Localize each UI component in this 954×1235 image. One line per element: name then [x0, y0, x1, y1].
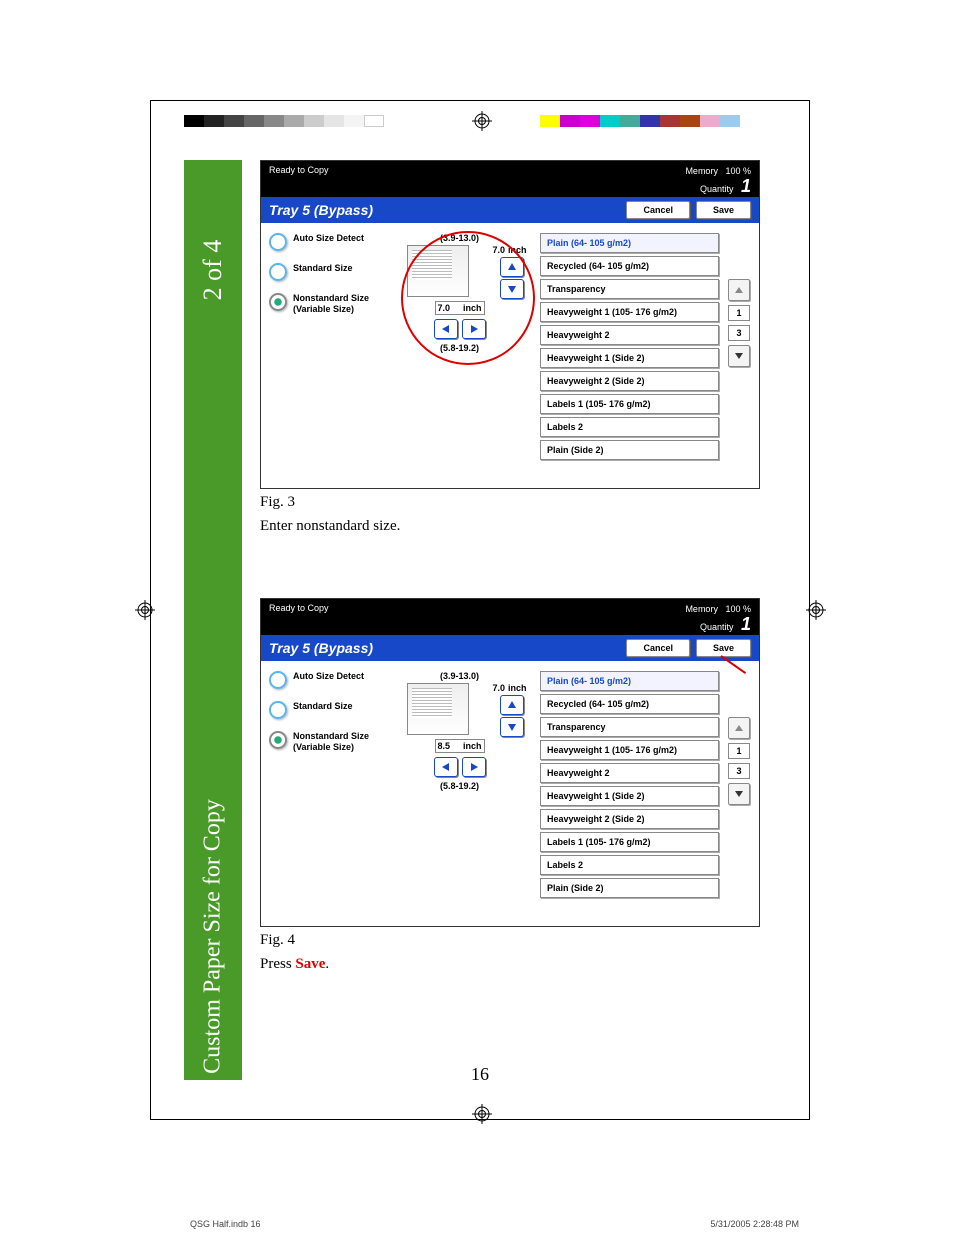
figure-label: Fig. 3: [260, 493, 770, 513]
paper-type-list: Plain (64- 105 g/m2) Recycled (64- 105 g…: [540, 671, 719, 916]
scroll-total: 3: [728, 763, 750, 779]
save-button[interactable]: Save: [696, 639, 751, 657]
size-options: Auto Size Detect Standard Size Nonstanda…: [269, 233, 379, 478]
scroll-pos: 1: [728, 743, 750, 759]
radio-standard-size[interactable]: [269, 263, 287, 281]
status-text: Ready to Copy: [269, 603, 329, 633]
paper-type-item[interactable]: Labels 2: [540, 855, 719, 875]
y-up-button[interactable]: [500, 257, 524, 277]
status-text: Ready to Copy: [269, 165, 329, 195]
scroll-up-button[interactable]: [728, 279, 750, 301]
scroll-up-button[interactable]: [728, 717, 750, 739]
paper-type-item[interactable]: Labels 1 (105- 176 g/m2): [540, 394, 719, 414]
lcd-screenshot: Ready to Copy Memory 100 % Quantity 1 Tr…: [260, 598, 760, 927]
scroll-pos: 1: [728, 305, 750, 321]
registration-mark-icon: [472, 1104, 492, 1124]
color-bar-grayscale: [184, 115, 384, 127]
radio-standard-size[interactable]: [269, 701, 287, 719]
paper-type-item[interactable]: Heavyweight 1 (Side 2): [540, 348, 719, 368]
paper-type-item[interactable]: Heavyweight 2 (Side 2): [540, 809, 719, 829]
x-right-button[interactable]: [462, 757, 486, 777]
paper-type-list: Plain (64- 105 g/m2) Recycled (64- 105 g…: [540, 233, 719, 478]
scroll-down-button[interactable]: [728, 783, 750, 805]
color-bar-cmyk: [540, 115, 740, 127]
paper-type-item[interactable]: Heavyweight 2 (Side 2): [540, 371, 719, 391]
cancel-button[interactable]: Cancel: [626, 639, 690, 657]
registration-mark-icon: [135, 600, 155, 620]
paper-type-item[interactable]: Plain (64- 105 g/m2): [540, 671, 719, 691]
cancel-button[interactable]: Cancel: [626, 201, 690, 219]
paper-type-item[interactable]: Transparency: [540, 717, 719, 737]
figure-caption: Press Save.: [260, 955, 770, 975]
section-title: Custom Paper Size for Copy: [200, 799, 227, 1074]
y-down-button[interactable]: [500, 717, 524, 737]
x-left-button[interactable]: [434, 757, 458, 777]
radio-nonstandard-size[interactable]: [269, 293, 287, 311]
screen-title: Tray 5 (Bypass): [269, 640, 373, 656]
paper-type-item[interactable]: Labels 1 (105- 176 g/m2): [540, 832, 719, 852]
paper-type-item[interactable]: Recycled (64- 105 g/m2): [540, 694, 719, 714]
paper-type-item[interactable]: Heavyweight 1 (105- 176 g/m2): [540, 302, 719, 322]
lcd-screenshot: Ready to Copy Memory 100 % Quantity 1 Tr…: [260, 160, 760, 489]
size-options: Auto Size Detect Standard Size Nonstanda…: [269, 671, 379, 916]
section-sidebar: 2 of 4 Custom Paper Size for Copy: [184, 160, 242, 1080]
scroll-down-button[interactable]: [728, 345, 750, 367]
paper-type-item[interactable]: Plain (Side 2): [540, 878, 719, 898]
size-diagram: (3.9-13.0) 7.0 inch 7.0inch: [387, 233, 532, 478]
paper-type-item[interactable]: Plain (64- 105 g/m2): [540, 233, 719, 253]
radio-auto-size[interactable]: [269, 233, 287, 251]
step-counter: 2 of 4: [198, 240, 228, 301]
scroll-total: 3: [728, 325, 750, 341]
registration-mark-icon: [472, 111, 492, 131]
paper-type-item[interactable]: Labels 2: [540, 417, 719, 437]
paper-type-item[interactable]: Plain (Side 2): [540, 440, 719, 460]
figure-caption: Enter nonstandard size.: [260, 517, 770, 537]
paper-icon: [407, 683, 469, 735]
radio-nonstandard-size[interactable]: [269, 731, 287, 749]
figure-label: Fig. 4: [260, 931, 770, 951]
figure-3: Ready to Copy Memory 100 % Quantity 1 Tr…: [260, 160, 770, 536]
x-left-button[interactable]: [434, 319, 458, 339]
footer-timestamp: 5/31/2005 2:28:48 PM: [710, 1219, 799, 1229]
y-down-button[interactable]: [500, 279, 524, 299]
footer-filename: QSG Half.indb 16: [190, 1219, 261, 1229]
size-diagram: (3.9-13.0) 7.0 inch 8.5inch: [387, 671, 532, 916]
paper-type-item[interactable]: Recycled (64- 105 g/m2): [540, 256, 719, 276]
registration-mark-icon: [806, 600, 826, 620]
paper-type-item[interactable]: Heavyweight 2: [540, 325, 719, 345]
paper-type-item[interactable]: Transparency: [540, 279, 719, 299]
paper-type-item[interactable]: Heavyweight 1 (Side 2): [540, 786, 719, 806]
save-button[interactable]: Save: [696, 201, 751, 219]
radio-auto-size[interactable]: [269, 671, 287, 689]
y-up-button[interactable]: [500, 695, 524, 715]
x-right-button[interactable]: [462, 319, 486, 339]
figure-4: Ready to Copy Memory 100 % Quantity 1 Tr…: [260, 598, 770, 974]
paper-icon: [407, 245, 469, 297]
paper-type-item[interactable]: Heavyweight 2: [540, 763, 719, 783]
screen-title: Tray 5 (Bypass): [269, 202, 373, 218]
paper-type-item[interactable]: Heavyweight 1 (105- 176 g/m2): [540, 740, 719, 760]
